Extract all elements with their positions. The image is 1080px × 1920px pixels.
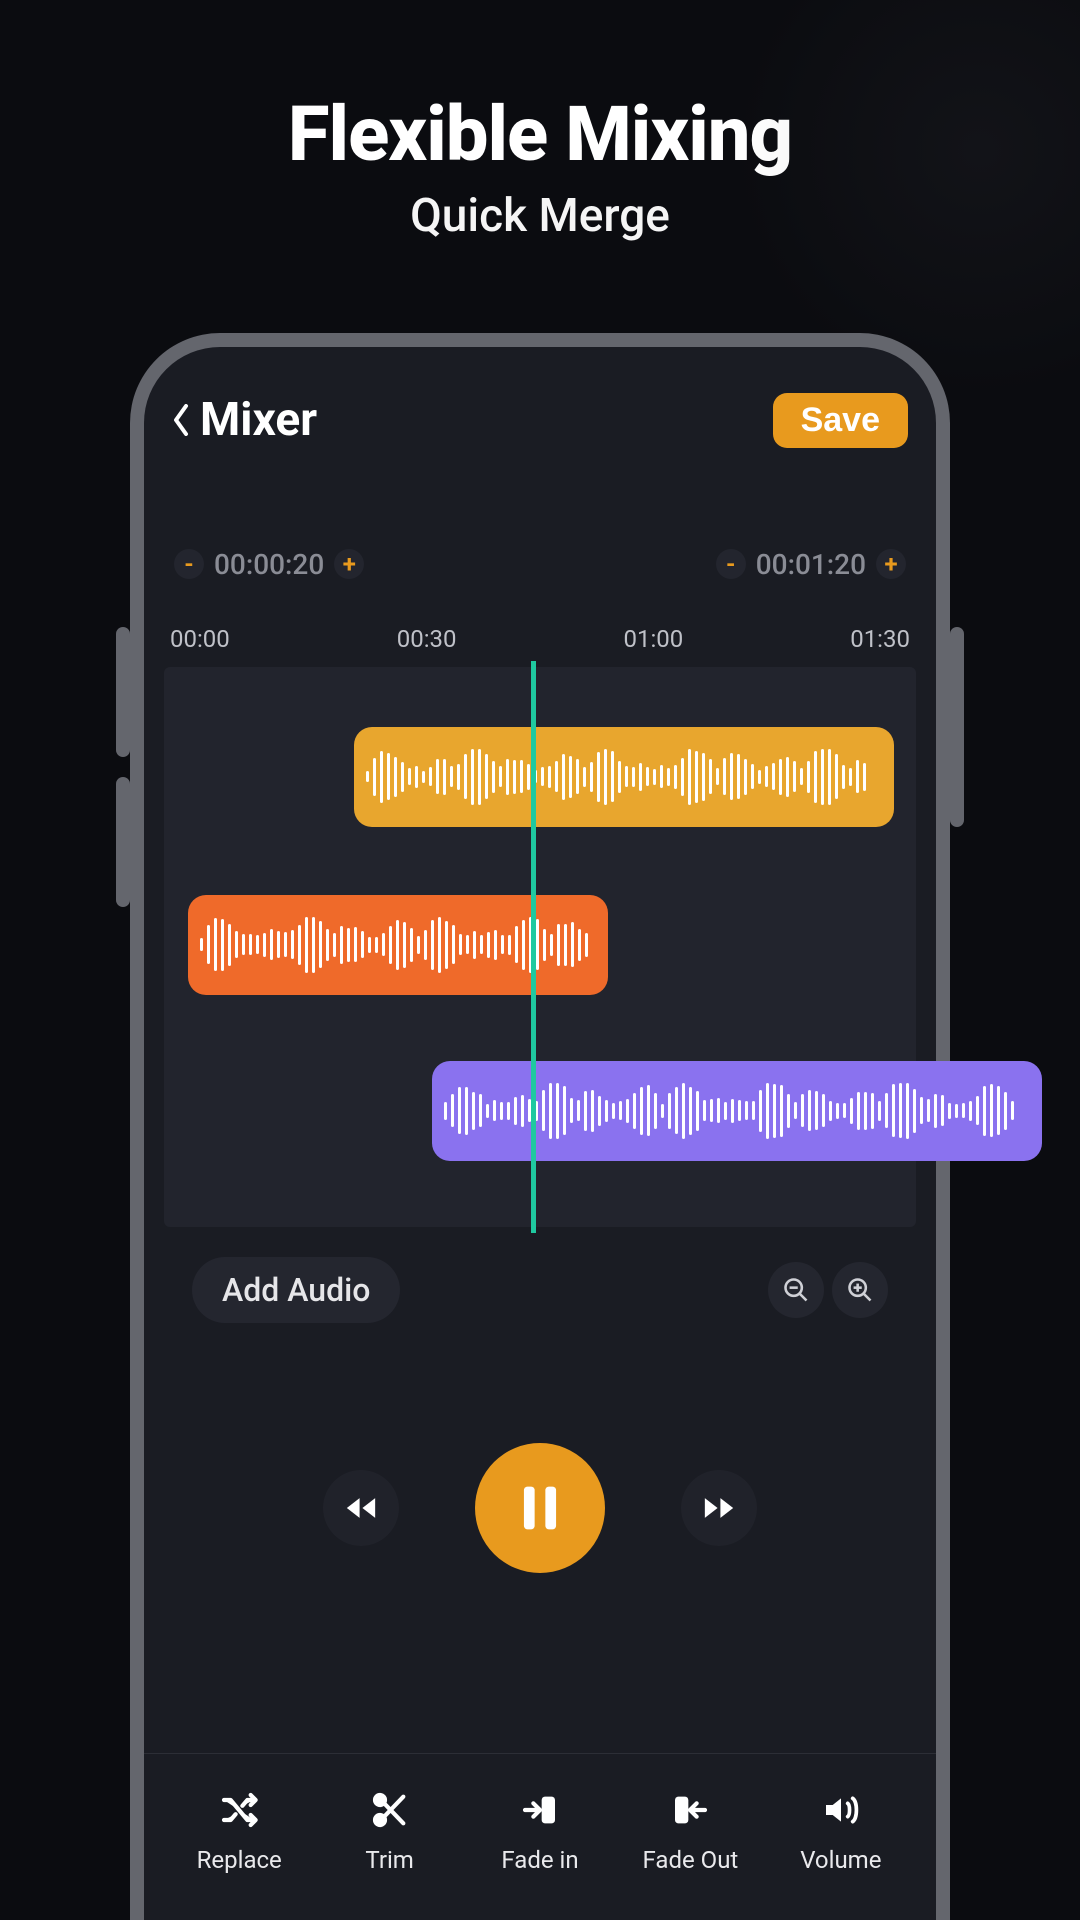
forward-button[interactable] bbox=[681, 1470, 757, 1546]
rewind-button[interactable] bbox=[323, 1470, 399, 1546]
phone-side-button bbox=[116, 627, 130, 757]
audio-clip-1[interactable] bbox=[354, 727, 894, 827]
audio-clip-3[interactable] bbox=[432, 1061, 1042, 1161]
pause-button[interactable] bbox=[475, 1443, 605, 1573]
tool-label: Trim bbox=[365, 1846, 413, 1874]
zoom-in-button[interactable] bbox=[832, 1262, 888, 1318]
timeline-ruler: 00:00 00:30 01:00 01:30 bbox=[164, 625, 916, 653]
zoom-group bbox=[768, 1262, 888, 1318]
time-adjust-row: - 00:00:20 + - 00:01:20 + bbox=[164, 548, 916, 581]
end-plus-button[interactable]: + bbox=[876, 549, 906, 579]
phone-side-button bbox=[116, 777, 130, 907]
app-topbar: Mixer Save bbox=[164, 393, 916, 448]
ruler-tick: 00:00 bbox=[170, 625, 230, 653]
start-plus-button[interactable]: + bbox=[334, 549, 364, 579]
tool-volume[interactable]: Volume bbox=[766, 1788, 916, 1874]
waveform-icon bbox=[200, 915, 596, 975]
volume-icon bbox=[819, 1788, 863, 1832]
fade-in-icon bbox=[518, 1788, 562, 1832]
playhead-cursor[interactable] bbox=[531, 661, 536, 1233]
tool-fade-out[interactable]: Fade Out bbox=[615, 1788, 765, 1874]
zoom-out-button[interactable] bbox=[768, 1262, 824, 1318]
scissors-icon bbox=[368, 1788, 412, 1832]
tool-label: Volume bbox=[800, 1846, 881, 1874]
start-time-value: 00:00:20 bbox=[214, 548, 324, 581]
phone-frame: Mixer Save - 00:00:20 + - 00:01:20 + 00:… bbox=[130, 333, 950, 1920]
fade-out-icon bbox=[668, 1788, 712, 1832]
shuffle-icon bbox=[217, 1788, 261, 1832]
audio-clip-2[interactable] bbox=[188, 895, 608, 995]
ruler-tick: 01:30 bbox=[850, 625, 910, 653]
ruler-tick: 01:00 bbox=[623, 625, 683, 653]
bottom-toolbar: Replace Trim Fade in bbox=[144, 1753, 936, 1920]
end-time-group: - 00:01:20 + bbox=[716, 548, 906, 581]
add-audio-button[interactable]: Add Audio bbox=[192, 1257, 400, 1323]
phone-mockup: Mixer Save - 00:00:20 + - 00:01:20 + 00:… bbox=[130, 333, 950, 1920]
end-time-value: 00:01:20 bbox=[756, 548, 866, 581]
tool-replace[interactable]: Replace bbox=[164, 1788, 314, 1874]
back-icon[interactable] bbox=[172, 404, 190, 436]
tool-fade-in[interactable]: Fade in bbox=[465, 1788, 615, 1874]
screen-title: Mixer bbox=[200, 393, 317, 447]
start-time-group: - 00:00:20 + bbox=[174, 548, 364, 581]
tool-label: Fade in bbox=[501, 1846, 578, 1874]
timeline-controls-row: Add Audio bbox=[164, 1257, 916, 1323]
tool-label: Replace bbox=[197, 1846, 282, 1874]
phone-side-button bbox=[950, 627, 964, 827]
transport-controls bbox=[164, 1443, 916, 1573]
save-button[interactable]: Save bbox=[773, 393, 908, 448]
topbar-left: Mixer bbox=[172, 393, 317, 447]
tool-label: Fade Out bbox=[643, 1846, 739, 1874]
end-minus-button[interactable]: - bbox=[716, 549, 746, 579]
start-minus-button[interactable]: - bbox=[174, 549, 204, 579]
phone-screen: Mixer Save - 00:00:20 + - 00:01:20 + 00:… bbox=[144, 347, 936, 1920]
tool-trim[interactable]: Trim bbox=[314, 1788, 464, 1874]
timeline-area[interactable] bbox=[164, 667, 916, 1227]
waveform-icon bbox=[366, 747, 882, 807]
ruler-tick: 00:30 bbox=[397, 625, 457, 653]
